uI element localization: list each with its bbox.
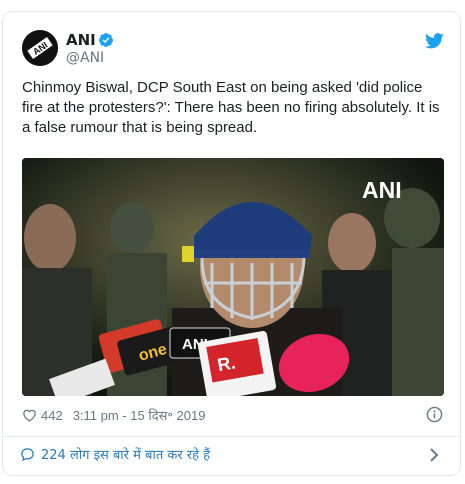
chevron-right-icon[interactable] [429,448,439,462]
like-count[interactable]: 442 [41,408,63,423]
conversation-link[interactable]: 224 लोग इस बारे में बात कर रहे हैं [20,443,210,465]
tweet-text: Chinmoy Biswal, DCP South East on being … [22,79,444,136]
info-icon[interactable] [426,406,443,423]
tweet-media-image[interactable]: one ANI R. ANI [22,158,444,396]
tweet-card: ANI ANI @ANI Chinmoy Biswal, DCP South E… [2,11,461,476]
user-name[interactable]: ANI [66,31,96,49]
verified-icon [98,33,113,47]
twitter-bird-icon[interactable] [425,33,444,49]
heart-icon[interactable] [22,408,37,422]
user-handle[interactable]: @ANI [66,50,104,67]
tweet-timestamp[interactable]: 3:11 pm - 15 दिस॰ 2019 [73,406,206,424]
comment-icon [21,447,34,461]
mic-label-r: R. [216,352,237,375]
conversation-label: 224 लोग इस बारे में बात कर रहे हैं [41,448,211,463]
ani-watermark: ANI [362,177,402,203]
avatar[interactable]: ANI [22,30,58,66]
divider [4,436,459,437]
tweet-meta: 442 3:11 pm - 15 दिस॰ 2019 [22,405,205,425]
